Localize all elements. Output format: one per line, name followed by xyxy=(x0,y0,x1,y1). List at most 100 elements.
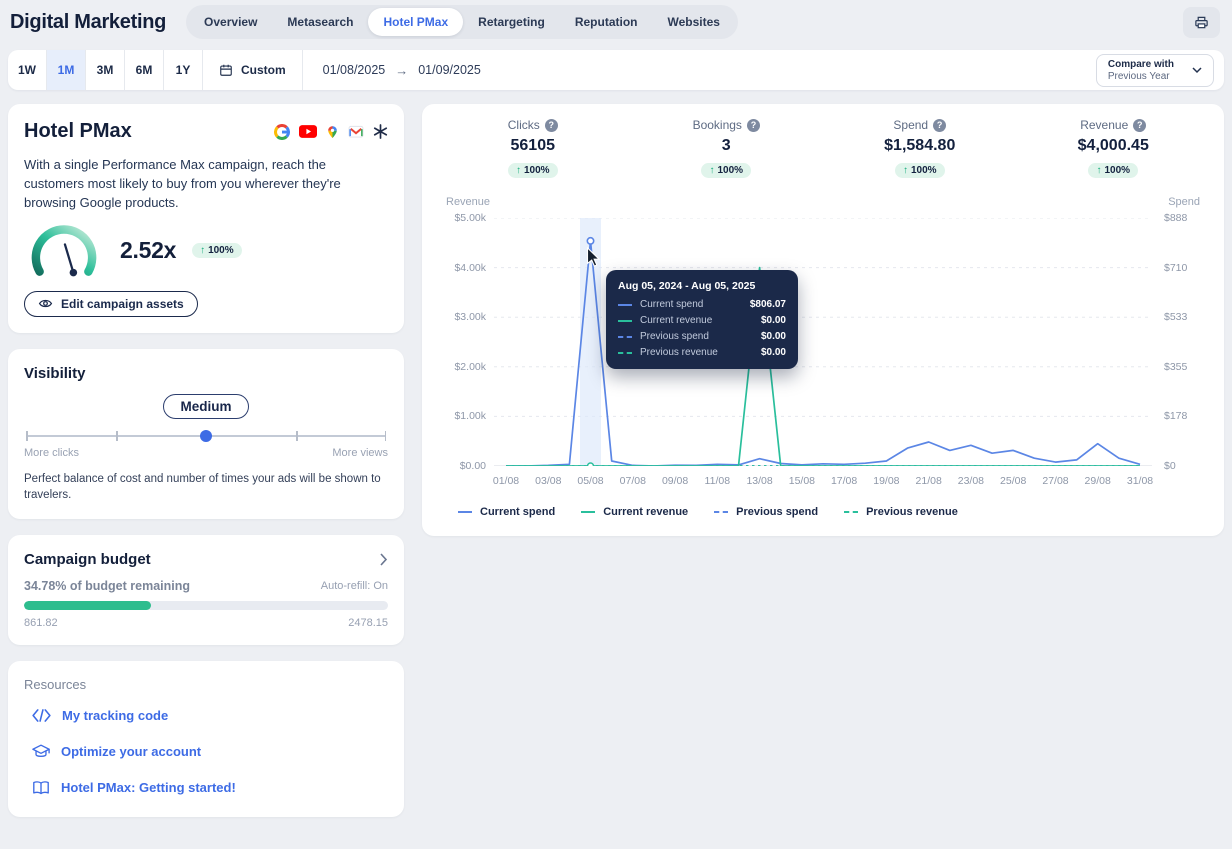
resources-card: Resources My tracking code Optimize your… xyxy=(8,661,404,817)
x-axis-tick: 13/08 xyxy=(746,475,772,487)
tab-reputation[interactable]: Reputation xyxy=(560,8,653,36)
range-6m-button[interactable]: 6M xyxy=(125,50,164,90)
series-swatch xyxy=(618,336,632,338)
x-axis-tick: 01/08 xyxy=(493,475,519,487)
chevron-down-icon xyxy=(1192,67,1202,74)
google-products-icons xyxy=(274,124,388,140)
y-axis-tick: $533 xyxy=(1156,311,1204,323)
tab-overview[interactable]: Overview xyxy=(189,8,272,36)
visibility-title: Visibility xyxy=(24,365,388,382)
x-axis-tick: 23/08 xyxy=(958,475,984,487)
kpi-revenue: Revenue $4,000.45 100% xyxy=(1017,118,1211,178)
visibility-slider[interactable] xyxy=(26,429,386,443)
x-axis-tick: 29/08 xyxy=(1085,475,1111,487)
help-icon[interactable] xyxy=(1133,119,1146,132)
range-custom-button[interactable]: Custom xyxy=(203,50,303,90)
tooltip-title: Aug 05, 2024 - Aug 05, 2025 xyxy=(618,280,786,292)
budget-progress-fill xyxy=(24,601,151,610)
help-icon[interactable] xyxy=(933,119,946,132)
y-axis-tick: $4.00k xyxy=(442,262,486,274)
y-axis-tick: $710 xyxy=(1156,262,1204,274)
graduation-cap-icon xyxy=(32,744,50,759)
gmail-icon xyxy=(348,125,364,138)
budget-max-value: 2478.15 xyxy=(348,617,388,629)
budget-progress-bar xyxy=(24,601,388,610)
date-from: 01/08/2025 xyxy=(323,63,386,77)
legend-current-spend[interactable]: Current spend xyxy=(458,506,555,518)
x-axis-labels: 01/0803/0805/0807/0809/0811/0813/0815/08… xyxy=(494,475,1152,491)
date-range-selector: 1W 1M 3M 6M 1Y Custom xyxy=(8,50,303,90)
kpi-delta-badge: 100% xyxy=(508,163,558,178)
book-icon xyxy=(32,780,50,795)
y-axis-tick: $2.00k xyxy=(442,361,486,373)
line-swatch xyxy=(458,511,472,513)
left-column: Hotel PMax xyxy=(8,104,404,833)
y-axis-tick: $0 xyxy=(1156,460,1204,472)
slider-left-label: More clicks xyxy=(24,447,79,459)
roas-delta-badge: 100% xyxy=(192,243,242,258)
x-axis-tick: 31/08 xyxy=(1127,475,1153,487)
kpi-clicks: Clicks 56105 100% xyxy=(436,118,630,178)
help-icon[interactable] xyxy=(747,119,760,132)
getting-started-link[interactable]: Hotel PMax: Getting started! xyxy=(32,780,388,795)
spend-revenue-chart: Revenue Spend $5.00k$4.00k$3.00k$2.00k$1… xyxy=(442,196,1204,492)
arrow-up-icon xyxy=(903,165,911,176)
compare-value: Previous Year xyxy=(1108,71,1174,82)
visibility-description: Perfect balance of cost and number of ti… xyxy=(24,471,388,503)
tab-metasearch[interactable]: Metasearch xyxy=(272,8,368,36)
x-axis-tick: 21/08 xyxy=(916,475,942,487)
print-button[interactable] xyxy=(1183,7,1220,38)
kpi-spend: Spend $1,584.80 100% xyxy=(823,118,1017,178)
tab-retargeting[interactable]: Retargeting xyxy=(463,8,560,36)
range-1m-button[interactable]: 1M xyxy=(47,50,86,90)
printer-icon xyxy=(1194,15,1209,30)
eye-icon xyxy=(38,298,53,309)
calendar-icon xyxy=(219,63,233,77)
slider-thumb[interactable] xyxy=(200,430,212,442)
kpi-delta-badge: 100% xyxy=(701,163,751,178)
right-axis-labels: $888$710$533$355$178$0 xyxy=(1156,196,1204,492)
arrow-right-icon xyxy=(395,63,408,78)
x-axis-tick: 19/08 xyxy=(873,475,899,487)
x-axis-tick: 03/08 xyxy=(535,475,561,487)
y-axis-tick: $355 xyxy=(1156,361,1204,373)
compare-with-dropdown[interactable]: Compare with Previous Year xyxy=(1096,54,1214,87)
y-axis-tick: $1.00k xyxy=(442,410,486,422)
performance-chart-card: Clicks 56105 100% Bookings 3 100% Spend … xyxy=(422,104,1224,536)
help-icon[interactable] xyxy=(545,119,558,132)
x-axis-tick: 09/08 xyxy=(662,475,688,487)
range-1y-button[interactable]: 1Y xyxy=(164,50,203,90)
legend-previous-revenue[interactable]: Previous revenue xyxy=(844,506,958,518)
range-3m-button[interactable]: 3M xyxy=(86,50,125,90)
filters-toolbar: 1W 1M 3M 6M 1Y Custom 01/08/2025 01/09/2… xyxy=(8,50,1224,90)
tab-hotel-pmax[interactable]: Hotel PMax xyxy=(368,8,463,36)
tooltip-row: Previous revenue$0.00 xyxy=(618,347,786,358)
optimize-account-link[interactable]: Optimize your account xyxy=(32,744,388,759)
series-swatch xyxy=(618,320,632,322)
chevron-right-icon[interactable] xyxy=(380,553,388,566)
arrow-up-icon xyxy=(709,165,717,176)
main-tabs: Overview Metasearch Hotel PMax Retargeti… xyxy=(186,5,738,39)
slider-right-label: More views xyxy=(332,447,388,459)
compare-label: Compare with xyxy=(1108,59,1174,70)
y-axis-tick: $888 xyxy=(1156,212,1204,224)
legend-current-revenue[interactable]: Current revenue xyxy=(581,506,688,518)
chart-plot-area[interactable] xyxy=(494,218,1152,466)
x-axis-tick: 05/08 xyxy=(577,475,603,487)
edit-campaign-assets-button[interactable]: Edit campaign assets xyxy=(24,291,198,317)
budget-title: Campaign budget xyxy=(24,551,151,568)
tab-websites[interactable]: Websites xyxy=(653,8,735,36)
series-swatch xyxy=(618,352,632,354)
arrow-up-icon xyxy=(516,165,524,176)
kpi-bookings: Bookings 3 100% xyxy=(630,118,824,178)
campaign-budget-card[interactable]: Campaign budget 34.78% of budget remaini… xyxy=(8,535,404,645)
left-axis-labels: $5.00k$4.00k$3.00k$2.00k$1.00k$0.00 xyxy=(442,196,490,492)
x-axis-tick: 27/08 xyxy=(1042,475,1068,487)
y-axis-tick: $5.00k xyxy=(442,212,486,224)
my-tracking-code-link[interactable]: My tracking code xyxy=(32,708,388,723)
kpi-row: Clicks 56105 100% Bookings 3 100% Spend … xyxy=(436,118,1210,178)
range-1w-button[interactable]: 1W xyxy=(8,50,47,90)
legend-previous-spend[interactable]: Previous spend xyxy=(714,506,818,518)
tooltip-row: Current revenue$0.00 xyxy=(618,315,786,326)
y-axis-tick: $3.00k xyxy=(442,311,486,323)
